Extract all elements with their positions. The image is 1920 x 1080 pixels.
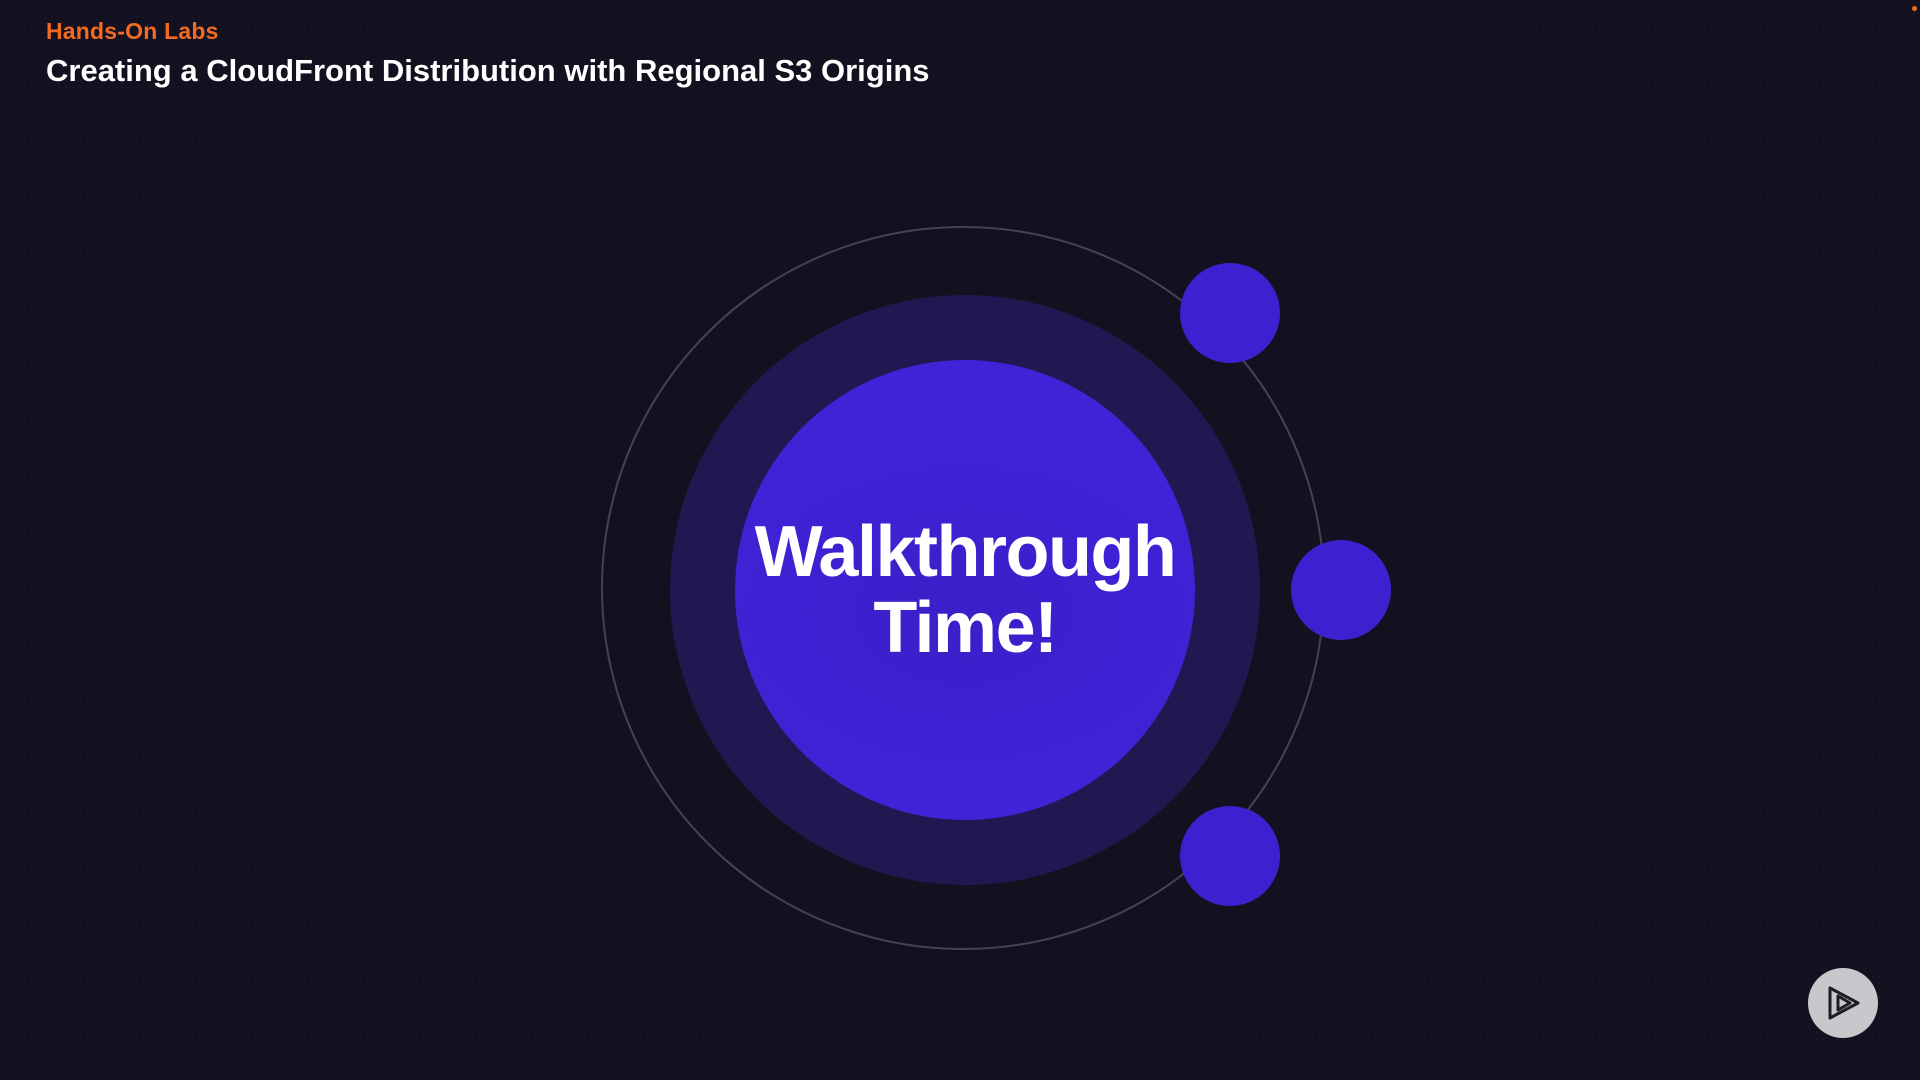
walkthrough-graphic: Walkthrough Time!: [0, 0, 1920, 1080]
core-circle: Walkthrough Time!: [735, 360, 1195, 820]
orbit-dot-top: [1180, 263, 1280, 363]
orbit-dot-middle: [1291, 540, 1391, 640]
orbit-dot-bottom: [1180, 806, 1280, 906]
walkthrough-heading: Walkthrough Time!: [754, 512, 1177, 668]
play-button[interactable]: [1808, 968, 1878, 1038]
walkthrough-heading-line-1: Walkthrough: [754, 512, 1177, 592]
play-icon: [1828, 986, 1860, 1020]
walkthrough-heading-line-2: Time!: [873, 588, 1058, 668]
